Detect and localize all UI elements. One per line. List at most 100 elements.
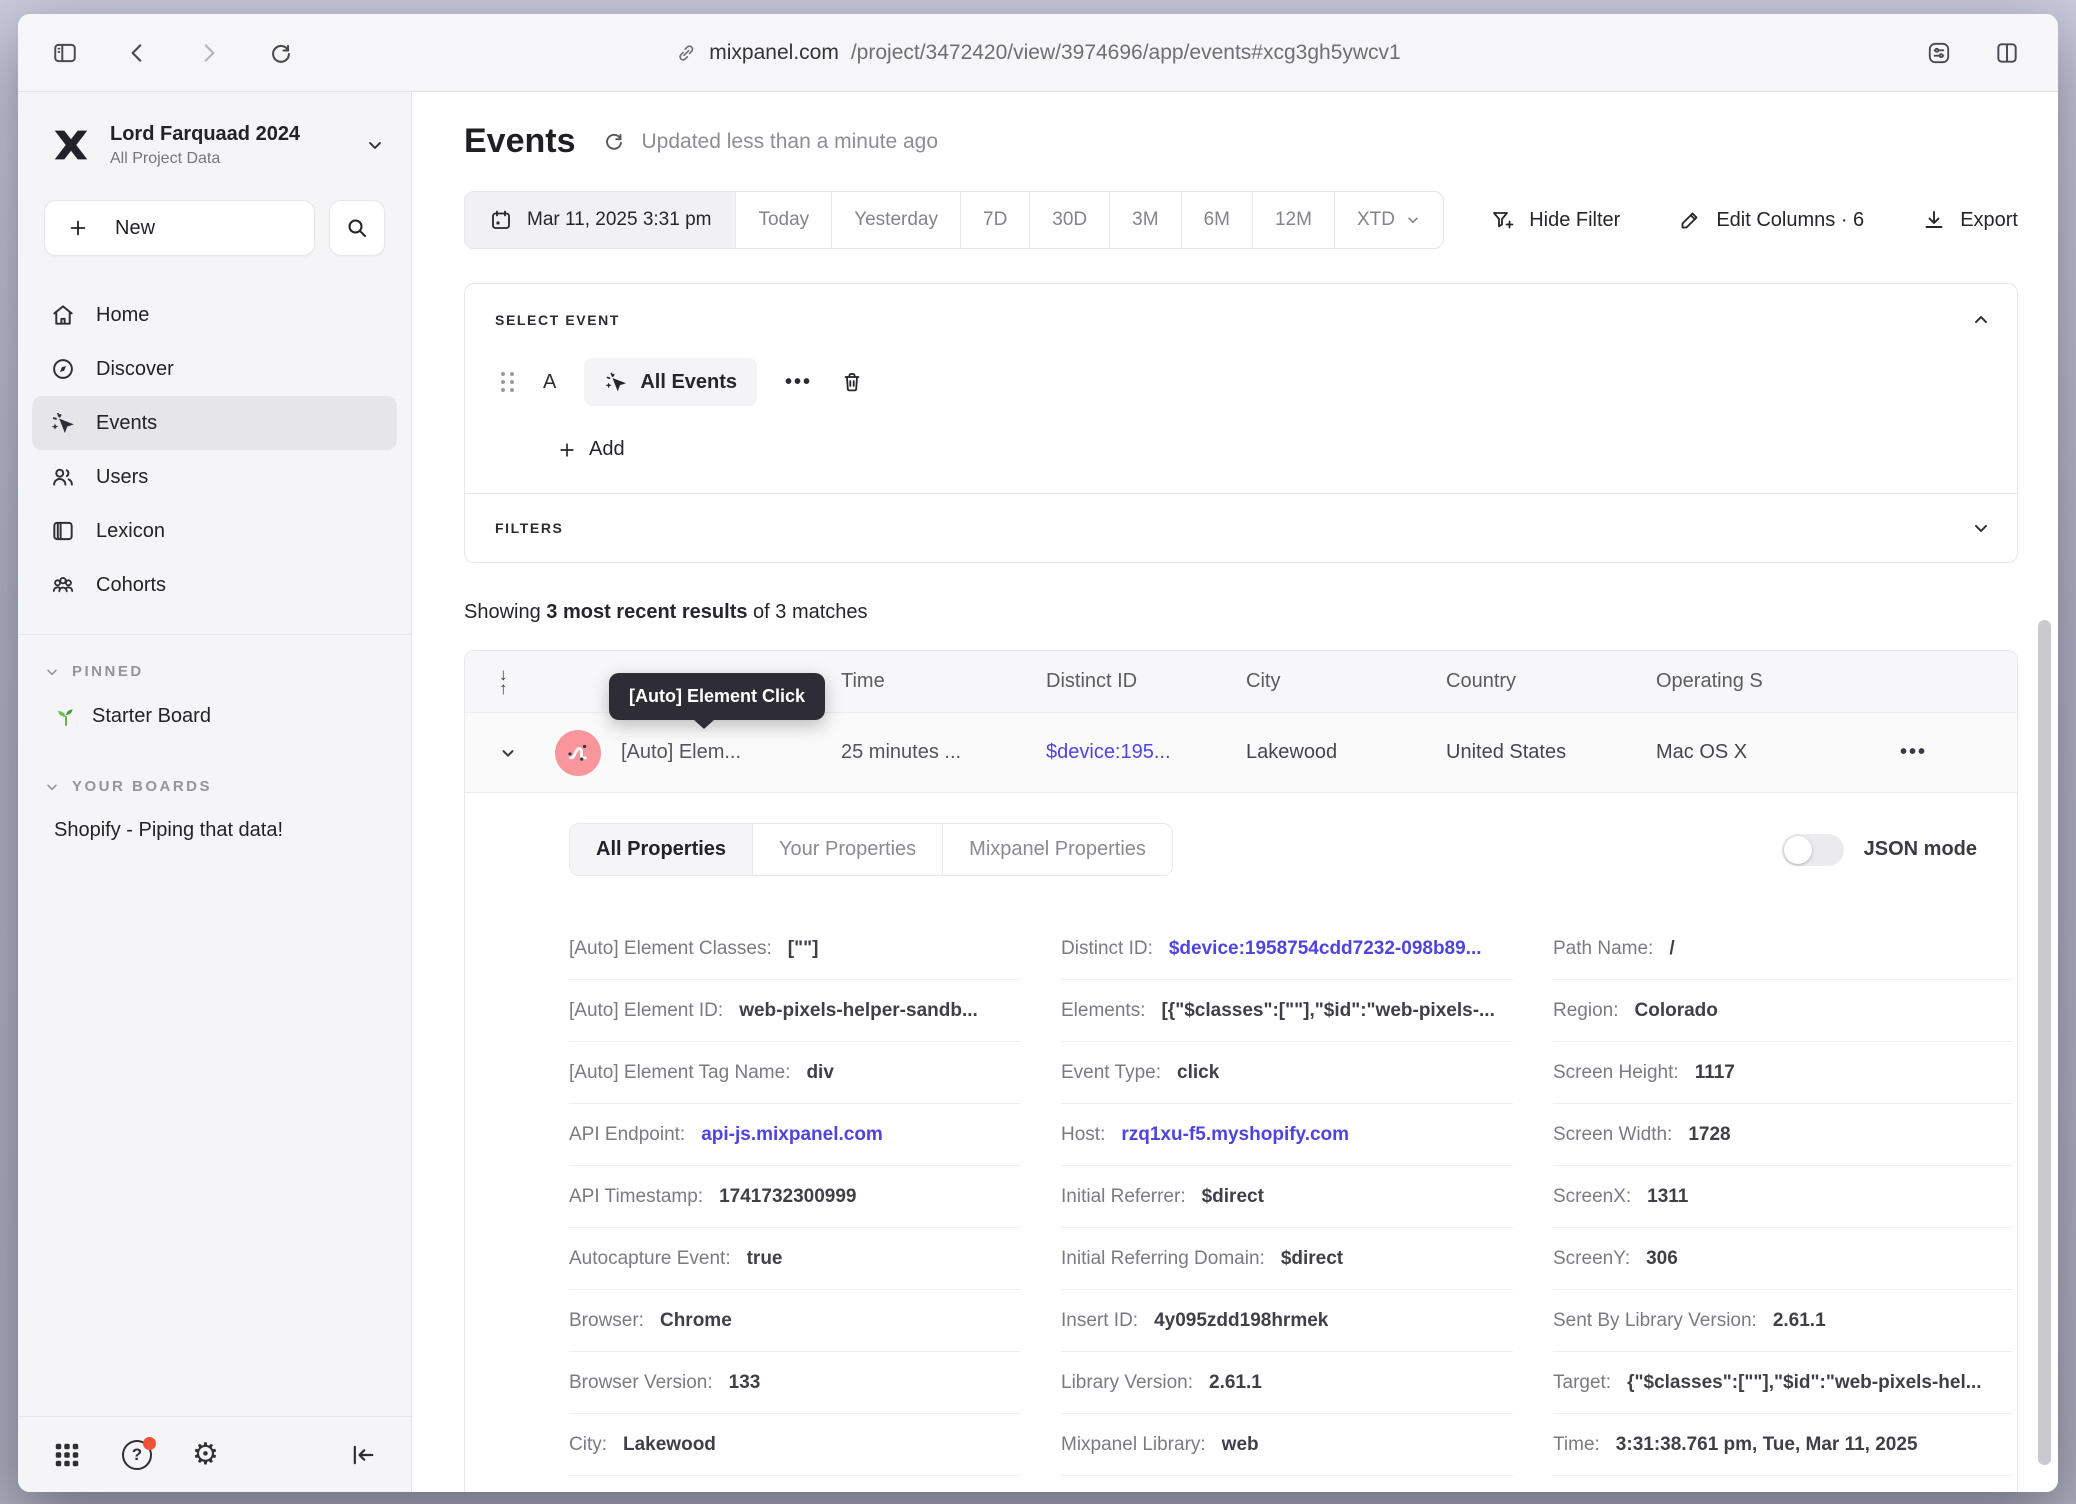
query-builder-card: SELECT EVENT A bbox=[464, 283, 2018, 563]
event-row-letter: A bbox=[543, 371, 556, 394]
property-row: Browser:Chrome bbox=[569, 1290, 1021, 1352]
sidebar-toggle-icon[interactable] bbox=[52, 40, 78, 66]
property-row: Screen Height:1117 bbox=[1553, 1042, 2013, 1104]
property-row: Path Name:/ bbox=[1553, 918, 2013, 980]
vertical-scrollbar[interactable] bbox=[2038, 620, 2051, 1465]
event-chip-label: All Events bbox=[640, 371, 737, 394]
preset-12m[interactable]: 12M bbox=[1252, 192, 1334, 248]
trash-icon[interactable] bbox=[840, 370, 864, 394]
property-link[interactable]: api-js.mixpanel.com bbox=[701, 1124, 883, 1146]
sidebar-item-users[interactable]: Users bbox=[32, 450, 397, 504]
preset-today[interactable]: Today bbox=[735, 192, 831, 248]
gear-icon[interactable]: ⚙ bbox=[192, 1440, 219, 1470]
sidebar-item-lexicon[interactable]: Lexicon bbox=[32, 504, 397, 558]
address-bar[interactable]: mixpanel.com/project/3472420/view/397469… bbox=[675, 41, 1400, 65]
hide-filter-button[interactable]: Hide Filter bbox=[1491, 208, 1620, 232]
property-row: [Auto] Element Tag Name:div bbox=[569, 1042, 1021, 1104]
property-row: OffsetX:7 bbox=[1061, 1476, 1513, 1492]
drag-handle[interactable] bbox=[501, 372, 515, 392]
date-range-current[interactable]: Mar 11, 2025 3:31 pm bbox=[465, 192, 735, 248]
row-expand-chevron-icon[interactable] bbox=[465, 744, 555, 762]
date-range-control: Mar 11, 2025 3:31 pm Today Yesterday 7D … bbox=[464, 191, 1444, 249]
tab-your-properties[interactable]: Your Properties bbox=[752, 824, 942, 875]
property-row: Region:Colorado bbox=[1553, 980, 2013, 1042]
main-content: Events Updated less than a minute ago bbox=[412, 92, 2058, 1492]
property-link[interactable]: $device:1958754cdd7232-098b89... bbox=[1169, 938, 1482, 960]
column-header-distinct-id[interactable]: Distinct ID bbox=[1046, 670, 1246, 693]
calendar-icon bbox=[489, 208, 513, 232]
filter-icon bbox=[1491, 208, 1515, 232]
tab-mixpanel-properties[interactable]: Mixpanel Properties bbox=[942, 824, 1172, 875]
sidebar-item-shopify-board[interactable]: Shopify - Piping that data! bbox=[18, 801, 411, 848]
results-table: [Auto] Element Click ↓↑ Time Distinct ID… bbox=[464, 650, 2018, 1492]
edit-columns-button[interactable]: Edit Columns · 6 bbox=[1678, 208, 1864, 232]
search-button[interactable] bbox=[329, 200, 385, 256]
preset-3m[interactable]: 3M bbox=[1109, 192, 1180, 248]
row-menu-icon[interactable]: ••• bbox=[1876, 741, 2017, 764]
export-button[interactable]: Export bbox=[1922, 208, 2018, 232]
sidebar-item-home[interactable]: Home bbox=[32, 288, 397, 342]
column-header-os[interactable]: Operating S bbox=[1656, 670, 1876, 693]
json-mode-toggle[interactable] bbox=[1782, 834, 1844, 866]
chevron-down-icon[interactable] bbox=[1971, 518, 1991, 538]
results-summary: Showing 3 most recent results of 3 match… bbox=[464, 601, 2018, 624]
properties-column-2: Distinct ID:$device:1958754cdd7232-098b8… bbox=[1061, 918, 1513, 1492]
cursor-click-icon bbox=[604, 370, 628, 394]
add-event-button[interactable]: Add bbox=[557, 438, 1987, 461]
pinned-section-header[interactable]: PINNED bbox=[18, 635, 411, 686]
sidebar-item-events[interactable]: Events bbox=[32, 396, 397, 450]
property-row: Browser Version:133 bbox=[569, 1352, 1021, 1414]
forward-icon bbox=[196, 40, 222, 66]
preset-yesterday[interactable]: Yesterday bbox=[831, 192, 960, 248]
property-row: Insert ID:4y095zdd198hrmek bbox=[1061, 1290, 1513, 1352]
new-button[interactable]: New bbox=[44, 200, 315, 256]
cell-city: Lakewood bbox=[1246, 741, 1446, 764]
more-options-icon[interactable]: ••• bbox=[785, 371, 812, 394]
event-name: [Auto] Elem... bbox=[621, 741, 741, 764]
back-icon[interactable] bbox=[124, 40, 150, 66]
collapse-sidebar-icon[interactable] bbox=[349, 1441, 377, 1469]
your-boards-label: YOUR BOARDS bbox=[72, 778, 212, 795]
property-row: Target:{"$classes":[""],"$id":"web-pixel… bbox=[1553, 1352, 2013, 1414]
chevron-down-icon bbox=[44, 664, 60, 680]
sidebar-item-discover[interactable]: Discover bbox=[32, 342, 397, 396]
project-switcher[interactable]: Lord Farquaad 2024 All Project Data bbox=[18, 92, 411, 176]
tab-all-properties[interactable]: All Properties bbox=[570, 824, 752, 875]
property-row: Host:rzq1xu-f5.myshopify.com bbox=[1061, 1104, 1513, 1166]
mixpanel-logo-icon bbox=[48, 122, 94, 168]
preset-xtd[interactable]: XTD bbox=[1334, 192, 1443, 248]
apps-grid-icon[interactable] bbox=[52, 1440, 82, 1470]
refresh-icon[interactable] bbox=[602, 130, 626, 154]
property-row: Sent By Library Version:2.61.1 bbox=[1553, 1290, 2013, 1352]
properties-grid: [Auto] Element Classes:[""] [Auto] Eleme… bbox=[569, 918, 1977, 1492]
your-boards-section-header[interactable]: YOUR BOARDS bbox=[18, 734, 411, 801]
sidebar-item-label: Lexicon bbox=[96, 520, 165, 543]
page-settings-icon[interactable] bbox=[1926, 40, 1952, 66]
preset-30d[interactable]: 30D bbox=[1029, 192, 1109, 248]
chevron-up-icon[interactable] bbox=[1971, 310, 1991, 330]
event-selector-chip[interactable]: All Events bbox=[584, 358, 757, 406]
cell-country: United States bbox=[1446, 741, 1656, 764]
column-header-country[interactable]: Country bbox=[1446, 670, 1656, 693]
collapse-rows-icon[interactable]: ↓↑ bbox=[465, 668, 555, 696]
updated-text: Updated less than a minute ago bbox=[642, 130, 939, 154]
preset-7d[interactable]: 7D bbox=[960, 192, 1029, 248]
property-row: Time Processed (UTC):10:31:41.070 pm, Tu… bbox=[1553, 1476, 2013, 1492]
reload-icon[interactable] bbox=[268, 40, 294, 66]
column-header-time[interactable]: Time bbox=[841, 670, 1046, 693]
users-icon bbox=[50, 464, 76, 490]
project-scope: All Project Data bbox=[110, 150, 349, 168]
help-button[interactable]: ? bbox=[122, 1440, 152, 1470]
cell-os: Mac OS X bbox=[1656, 741, 1876, 764]
sidebar-item-cohorts[interactable]: Cohorts bbox=[32, 558, 397, 612]
property-row: ScreenX:1311 bbox=[1553, 1166, 2013, 1228]
split-view-icon[interactable] bbox=[1994, 40, 2020, 66]
cell-distinct-id[interactable]: $device:195... bbox=[1046, 741, 1246, 764]
property-link[interactable]: rzq1xu-f5.myshopify.com bbox=[1121, 1124, 1349, 1146]
sidebar-item-label: Users bbox=[96, 466, 148, 489]
sidebar-item-starter-board[interactable]: Starter Board bbox=[18, 686, 411, 734]
property-row: [Auto] Element ID:web-pixels-helper-sand… bbox=[569, 980, 1021, 1042]
preset-6m[interactable]: 6M bbox=[1181, 192, 1252, 248]
column-header-city[interactable]: City bbox=[1246, 670, 1446, 693]
search-icon bbox=[345, 216, 369, 240]
